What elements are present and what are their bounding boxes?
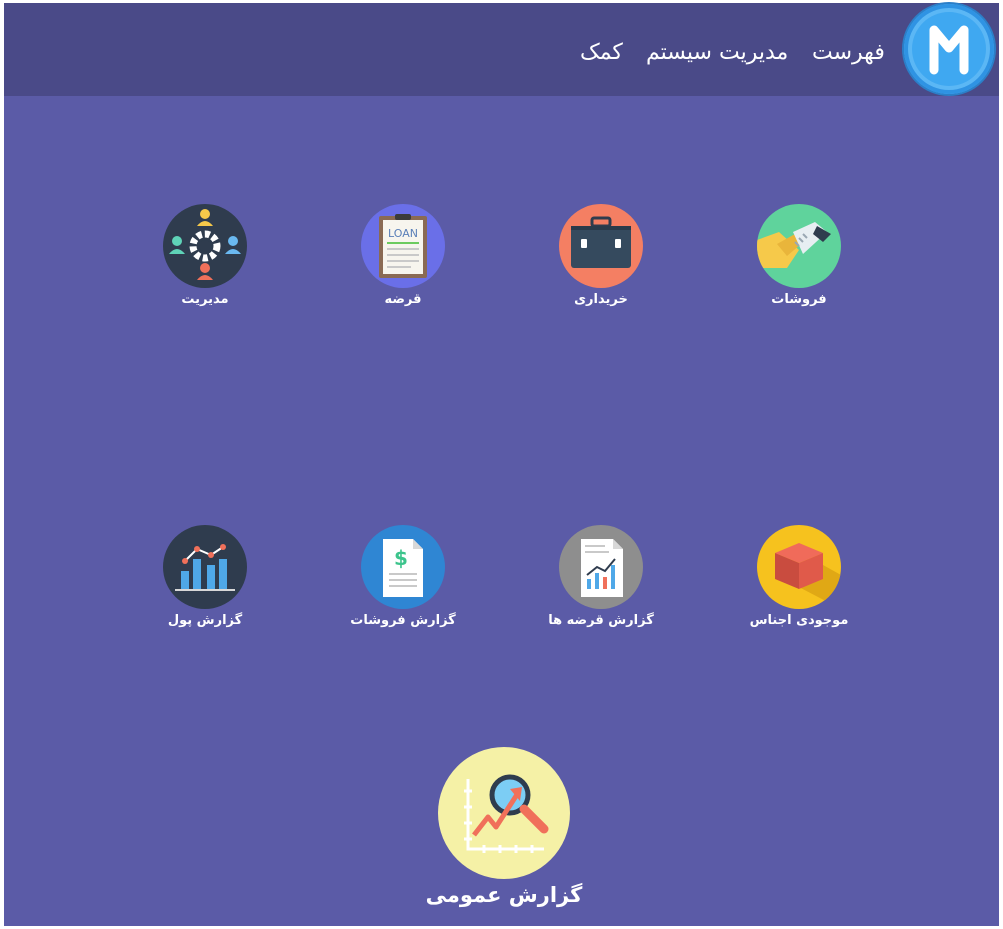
- tile-money-reports[interactable]: گزارش پول: [125, 525, 285, 628]
- tile-label: گزارش پول: [167, 613, 243, 628]
- dollar-document-icon: $: [361, 525, 445, 609]
- svg-text:LOAN: LOAN: [388, 227, 418, 240]
- menu-item-index[interactable]: فهرست: [812, 38, 885, 68]
- tile-label: گزارش فروشات: [350, 613, 456, 628]
- m-logo-icon: [912, 12, 986, 86]
- svg-text:$: $: [394, 546, 408, 570]
- magnifier-growth-chart-icon: [438, 747, 570, 879]
- briefcase-icon: [559, 204, 643, 288]
- menu-item-help[interactable]: کمک: [580, 38, 623, 68]
- box-icon: [757, 525, 841, 609]
- tile-loan-reports[interactable]: گزارش قرضه ها: [521, 525, 681, 628]
- general-report-label: گزارش عمومی: [425, 883, 583, 907]
- handshake-icon: [757, 204, 841, 288]
- tile-purchases[interactable]: خریداری: [521, 204, 681, 307]
- tile-loan[interactable]: LOAN قرضه: [323, 204, 483, 307]
- team-gear-icon: [163, 204, 247, 288]
- tile-general-report[interactable]: گزارش عمومی: [404, 747, 604, 907]
- tile-management[interactable]: مدیریت: [125, 204, 285, 307]
- tile-sales-reports[interactable]: $ گزارش فروشات: [323, 525, 483, 628]
- tile-label: موجودی اجناس: [749, 613, 849, 628]
- tile-inventory[interactable]: موجودی اجناس: [719, 525, 879, 628]
- tile-label: گزارش قرضه ها: [548, 613, 654, 628]
- tile-label: قرضه: [384, 292, 422, 307]
- tile-label: مدیریت: [181, 292, 229, 307]
- report-chart-icon: [559, 525, 643, 609]
- tile-label: خریداری: [574, 292, 628, 307]
- bar-line-chart-icon: [163, 525, 247, 609]
- loan-clipboard-icon: LOAN: [361, 204, 445, 288]
- tile-label: فروشات: [771, 292, 827, 307]
- tile-sales[interactable]: فروشات: [719, 204, 879, 307]
- menu-item-system-management[interactable]: مدیریت سیستم: [646, 38, 788, 68]
- app-logo[interactable]: [904, 4, 994, 94]
